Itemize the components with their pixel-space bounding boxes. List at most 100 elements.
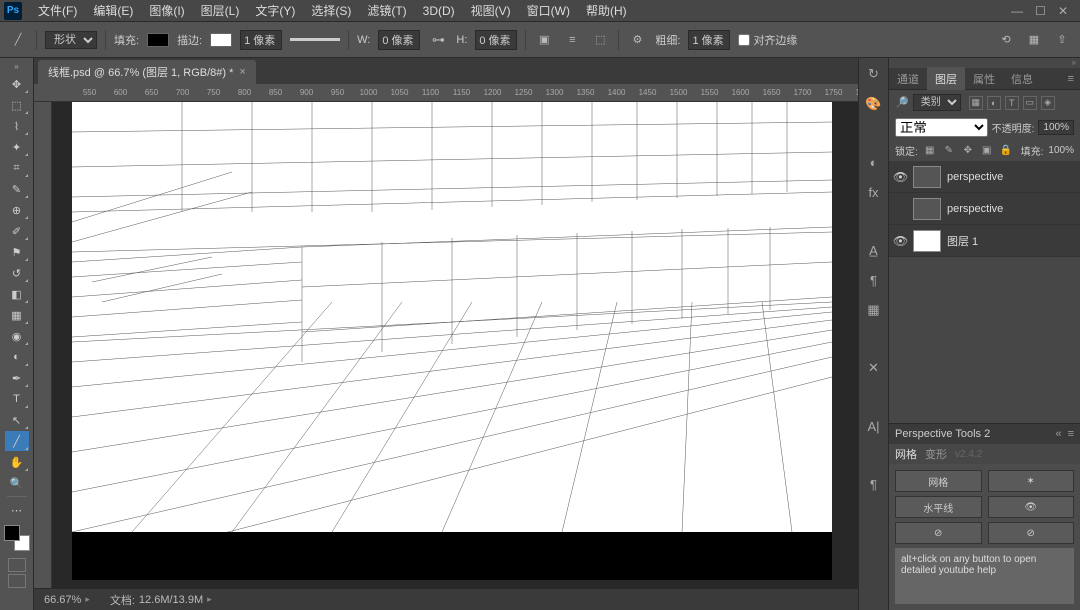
- marquee-tool[interactable]: ⬚: [5, 95, 29, 115]
- menu-file[interactable]: 文件(F): [30, 2, 85, 19]
- healing-brush-tool[interactable]: ⊕: [5, 200, 29, 220]
- layer-row[interactable]: perspective: [889, 193, 1080, 225]
- visibility-toggle-icon[interactable]: 👁: [893, 234, 907, 248]
- workspace-reset-icon[interactable]: ⟲: [996, 30, 1016, 50]
- tab-properties[interactable]: 属性: [965, 67, 1003, 91]
- history-brush-tool[interactable]: ↺: [5, 263, 29, 283]
- filter-shape-icon[interactable]: ▭: [1023, 96, 1037, 110]
- glyphs-panel-icon[interactable]: A|: [864, 416, 884, 436]
- opacity-input[interactable]: 100%: [1038, 120, 1074, 135]
- perspective-toggle-button[interactable]: 👁: [988, 496, 1075, 518]
- visibility-toggle-icon[interactable]: 👁: [893, 170, 907, 184]
- quick-mask-icon[interactable]: [8, 558, 26, 572]
- layer-name[interactable]: 图层 1: [947, 233, 978, 249]
- weight-input[interactable]: 1 像素: [688, 30, 730, 50]
- menu-help[interactable]: 帮助(H): [578, 2, 635, 19]
- menu-select[interactable]: 选择(S): [303, 2, 359, 19]
- shape-mode-select[interactable]: 形状: [45, 31, 97, 49]
- lock-position-icon[interactable]: ✥: [961, 144, 975, 158]
- menu-image[interactable]: 图像(I): [141, 2, 192, 19]
- zoom-field[interactable]: 66.67% ▸: [44, 594, 90, 606]
- layer-thumbnail[interactable]: [913, 230, 941, 252]
- stroke-style-select[interactable]: [290, 38, 340, 41]
- align-edges-checkbox[interactable]: 对齐边缘: [738, 32, 797, 48]
- menu-filter[interactable]: 滤镜(T): [359, 2, 414, 19]
- stroke-swatch[interactable]: [210, 33, 232, 47]
- dodge-tool[interactable]: ◐: [5, 347, 29, 367]
- toolbar-expand-icon[interactable]: »: [14, 62, 18, 71]
- menu-edit[interactable]: 编辑(E): [85, 2, 141, 19]
- panel-menu-icon[interactable]: ≡: [1062, 73, 1080, 85]
- height-input[interactable]: 0 像素: [475, 30, 517, 50]
- fill-swatch[interactable]: [147, 33, 169, 47]
- panel-collapse-icon[interactable]: «: [1055, 428, 1061, 440]
- menu-window[interactable]: 窗口(W): [519, 2, 578, 19]
- canvas[interactable]: [72, 102, 832, 532]
- layer-name[interactable]: perspective: [947, 171, 1003, 183]
- color-panel-icon[interactable]: 🎨: [864, 94, 884, 114]
- layer-row[interactable]: 👁 图层 1: [889, 225, 1080, 257]
- window-minimize-icon[interactable]: —: [1011, 4, 1023, 18]
- tab-info[interactable]: 信息: [1003, 67, 1041, 91]
- lock-all-icon[interactable]: 🔒: [999, 144, 1013, 158]
- perspective-grid-button[interactable]: 网格: [895, 470, 982, 492]
- close-tab-icon[interactable]: ×: [239, 66, 245, 78]
- canvas-area[interactable]: [52, 102, 858, 588]
- window-maximize-icon[interactable]: ☐: [1035, 4, 1046, 18]
- perspective-hide-eye-button[interactable]: ⊘: [988, 522, 1075, 544]
- perspective-hide-button[interactable]: ⊘: [895, 522, 982, 544]
- lasso-tool[interactable]: ⌇: [5, 116, 29, 136]
- eyedropper-tool[interactable]: ✎: [5, 179, 29, 199]
- blend-mode-select[interactable]: 正常: [895, 118, 988, 137]
- screen-mode-icon[interactable]: [8, 574, 26, 588]
- clone-stamp-tool[interactable]: ⚑: [5, 242, 29, 262]
- fill-input[interactable]: 100%: [1048, 145, 1074, 156]
- path-align-icon[interactable]: ≡: [562, 30, 582, 50]
- document-info[interactable]: 文档: 12.6M/13.9M ▸: [110, 592, 212, 608]
- line-tool[interactable]: ╱: [5, 431, 29, 451]
- crop-tool[interactable]: ⌗: [5, 158, 29, 178]
- ruler-horizontal[interactable]: 5506006507007508008509009501000105011001…: [34, 84, 858, 102]
- character-panel-icon[interactable]: A̲: [864, 240, 884, 260]
- menu-view[interactable]: 视图(V): [463, 2, 519, 19]
- gear-icon[interactable]: ⚙: [627, 30, 647, 50]
- link-dimensions-icon[interactable]: ⊶: [428, 30, 448, 50]
- filter-adjustment-icon[interactable]: ◐: [987, 96, 1001, 110]
- lock-transparency-icon[interactable]: ▦: [923, 144, 937, 158]
- adjustments-panel-icon[interactable]: ◐: [864, 152, 884, 172]
- path-select-tool[interactable]: ↖: [5, 410, 29, 430]
- color-swatches[interactable]: [4, 525, 30, 551]
- layer-filter-kind[interactable]: 类别: [913, 94, 961, 111]
- eraser-tool[interactable]: ◧: [5, 284, 29, 304]
- type-tool[interactable]: T: [5, 389, 29, 409]
- panel-menu-icon[interactable]: ≡: [1068, 428, 1074, 440]
- paragraph-styles-icon[interactable]: ¶: [864, 474, 884, 494]
- tool-preset-icon[interactable]: ╱: [8, 30, 28, 50]
- lock-artboard-icon[interactable]: ▣: [980, 144, 994, 158]
- window-close-icon[interactable]: ✕: [1058, 4, 1068, 18]
- workspace-layout-icon[interactable]: ▦: [1024, 30, 1044, 50]
- tab-layers[interactable]: 图层: [927, 67, 965, 91]
- perspective-tab-warp[interactable]: 变形: [925, 446, 947, 462]
- filter-smartobj-icon[interactable]: ◈: [1041, 96, 1055, 110]
- layer-thumbnail[interactable]: [913, 198, 941, 220]
- foreground-color[interactable]: [4, 525, 20, 541]
- share-icon[interactable]: ⇧: [1052, 30, 1072, 50]
- layer-row[interactable]: 👁 perspective: [889, 161, 1080, 193]
- path-arrange-icon[interactable]: ⬚: [590, 30, 610, 50]
- document-tab[interactable]: 线框.psd @ 66.7% (图层 1, RGB/8#) * ×: [38, 60, 256, 84]
- hand-tool[interactable]: ✋: [5, 452, 29, 472]
- quick-select-tool[interactable]: ✦: [5, 137, 29, 157]
- filter-type-icon[interactable]: T: [1005, 96, 1019, 110]
- zoom-tool[interactable]: 🔍: [5, 473, 29, 493]
- search-icon[interactable]: 🔎: [895, 96, 909, 109]
- edit-toolbar-icon[interactable]: ⋯: [5, 500, 29, 520]
- filter-pixel-icon[interactable]: ▦: [969, 96, 983, 110]
- gradient-tool[interactable]: ▦: [5, 305, 29, 325]
- history-panel-icon[interactable]: ↻: [864, 64, 884, 84]
- lock-pixels-icon[interactable]: ✎: [942, 144, 956, 158]
- perspective-tab-grid[interactable]: 网格: [895, 446, 917, 462]
- perspective-horizon-button[interactable]: 水平线: [895, 496, 982, 518]
- blur-tool[interactable]: ◉: [5, 326, 29, 346]
- tools-panel-icon[interactable]: ✕: [864, 358, 884, 378]
